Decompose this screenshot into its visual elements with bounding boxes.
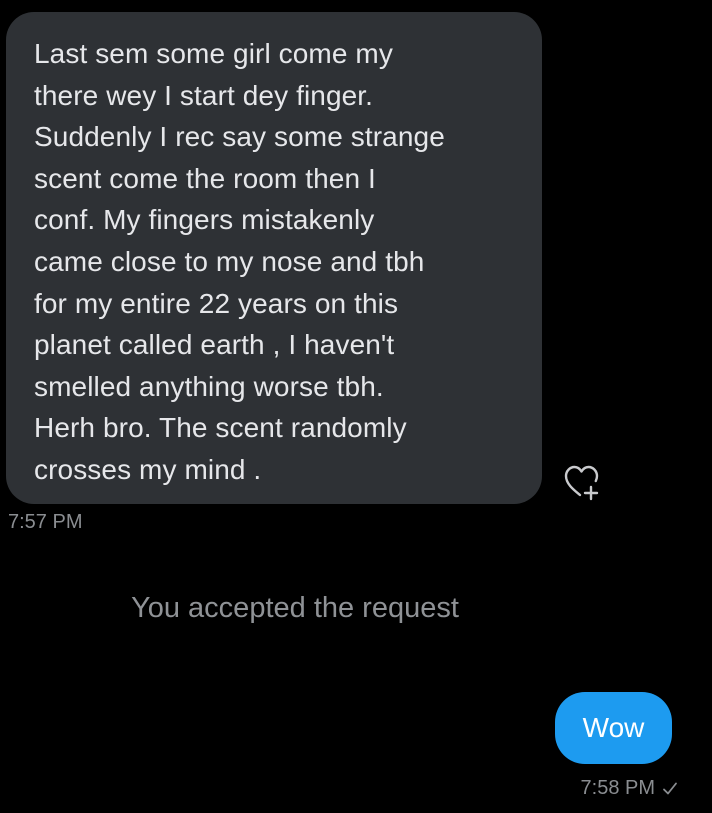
incoming-message-bubble[interactable]: Last sem some girl come my there wey I s… [6,12,542,504]
conversation-view: Last sem some girl come my there wey I s… [0,0,712,813]
outgoing-message-meta: 7:58 PM [581,777,679,800]
checkmark-icon [661,780,679,798]
outgoing-message-text: Wow [582,712,645,743]
heart-plus-icon[interactable] [560,460,604,504]
incoming-message-text: Last sem some girl come my there wey I s… [34,38,445,485]
outgoing-message-time: 7:58 PM [580,777,655,799]
incoming-message-time: 7:57 PM [8,511,83,533]
outgoing-message-bubble[interactable]: Wow [555,692,672,764]
request-accepted-notice: You accepted the request [131,592,459,624]
